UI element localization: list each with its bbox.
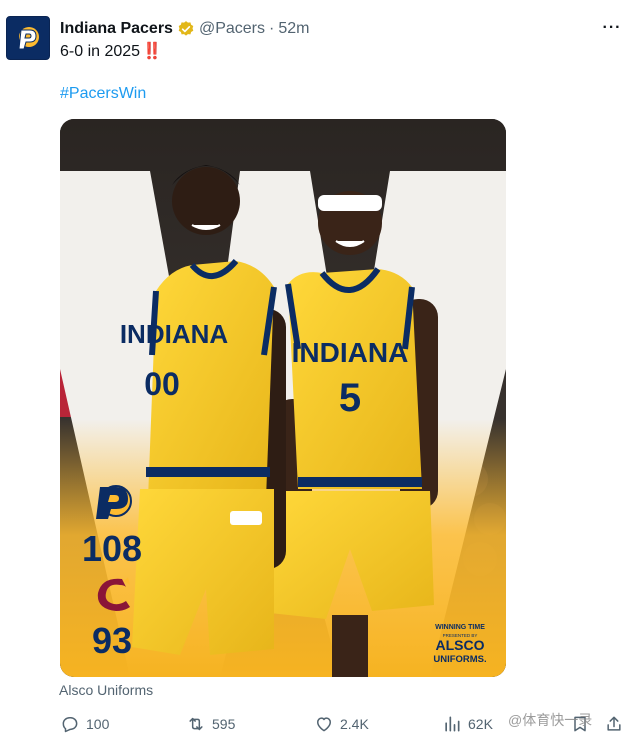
tweet-text: 6-0 in 2025 ‼️ <box>60 41 162 61</box>
pacers-avatar[interactable] <box>6 16 50 60</box>
pacers-score: 108 <box>82 528 142 569</box>
reply-count: 100 <box>86 716 110 732</box>
retweet-button[interactable]: 595 <box>186 712 235 736</box>
views-chart-icon <box>445 716 460 732</box>
post-time[interactable]: 52m <box>278 20 309 38</box>
sponsor-line-1: WINNING TIME <box>435 624 485 631</box>
heart-icon <box>317 717 331 732</box>
cavaliers-score: 93 <box>92 620 132 661</box>
views-button[interactable]: 62K <box>442 712 493 736</box>
tweet-header: Indiana Pacers @Pacers · 52m <box>60 18 309 40</box>
source-watermark: @体育快一录 <box>508 712 593 728</box>
left-jersey-brand: INDIANA <box>120 319 229 349</box>
separator-dot: · <box>269 20 275 37</box>
hashtag-link[interactable]: #PacersWin <box>60 85 146 103</box>
like-button[interactable]: 2.4K <box>314 712 369 736</box>
sponsor-line-3: ALSCO <box>436 637 485 653</box>
author-handle[interactable]: @Pacers <box>199 20 265 38</box>
right-jersey-brand: INDIANA <box>292 337 409 368</box>
sponsor-line-4: UNIFORMS. <box>433 654 486 665</box>
pacers-logo-icon <box>18 27 39 50</box>
reply-icon <box>62 717 78 733</box>
share-button[interactable] <box>604 712 624 736</box>
media-sponsor-label: Alsco Uniforms <box>59 682 154 698</box>
game-result-graphic: INDIANA 00 INDIANA 5 108 93 WINNING TIME… <box>60 119 506 677</box>
tweet-text-body: 6-0 in 2025 <box>60 43 141 60</box>
left-jersey-number: 00 <box>144 366 180 402</box>
verified-badge-icon <box>177 20 195 38</box>
retweet-icon <box>189 717 203 731</box>
retweet-count: 595 <box>212 716 236 732</box>
tweet: Indiana Pacers @Pacers · 52m ··· 6-0 in … <box>0 0 640 744</box>
tweet-media-image[interactable]: INDIANA 00 INDIANA 5 108 93 WINNING TIME… <box>60 119 506 677</box>
author-name[interactable]: Indiana Pacers <box>60 20 173 38</box>
reply-button[interactable]: 100 <box>60 712 109 736</box>
right-jersey-number: 5 <box>339 376 361 420</box>
view-count: 62K <box>468 716 493 732</box>
like-count: 2.4K <box>340 716 369 732</box>
double-exclamation-emoji: ‼️ <box>142 43 162 60</box>
share-icon <box>607 716 621 731</box>
more-options-icon[interactable]: ··· <box>600 18 624 38</box>
